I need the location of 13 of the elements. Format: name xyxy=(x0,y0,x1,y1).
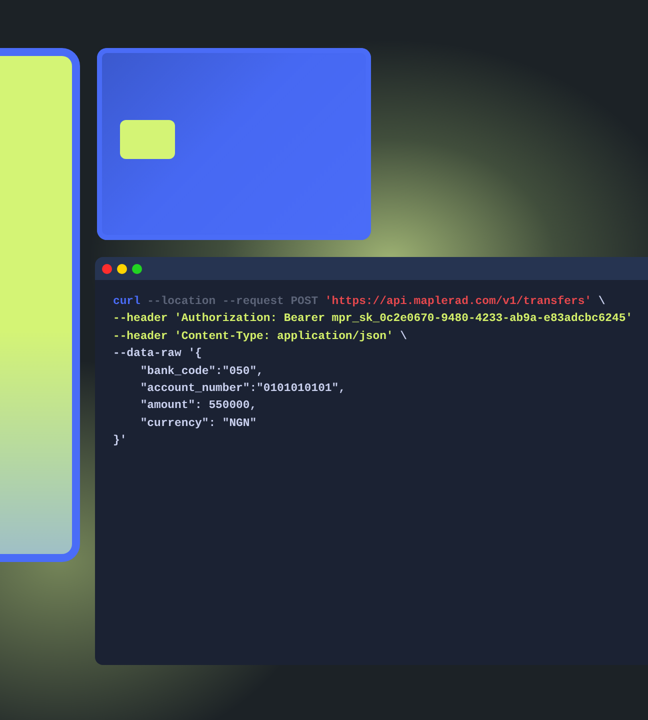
code-line: "account_number":"0101010101", xyxy=(139,382,346,398)
code-line: "currency": "NGN" xyxy=(139,416,257,432)
code-line: "bank_code":"050", xyxy=(139,364,264,380)
code-line: "amount": 550000, xyxy=(139,398,257,414)
code-line: --header 'Authorization: Bearer mpr_sk_0c2e0670-9480-4233-ab9a-e83adcbc6245' xyxy=(113,312,632,328)
code-line: --header 'Content-Type: application/json' \ xyxy=(113,330,407,345)
code-line: }' xyxy=(113,434,127,450)
maximize-dot-icon xyxy=(132,264,142,274)
close-dot-icon xyxy=(102,264,112,274)
code-line: curl --location --request POST 'https://api.maplerad.com/v1/transfers' \ xyxy=(113,294,606,310)
minimize-dot-icon xyxy=(117,264,127,274)
code-line: --data-raw '{ xyxy=(113,346,202,362)
card-chip xyxy=(120,120,175,158)
